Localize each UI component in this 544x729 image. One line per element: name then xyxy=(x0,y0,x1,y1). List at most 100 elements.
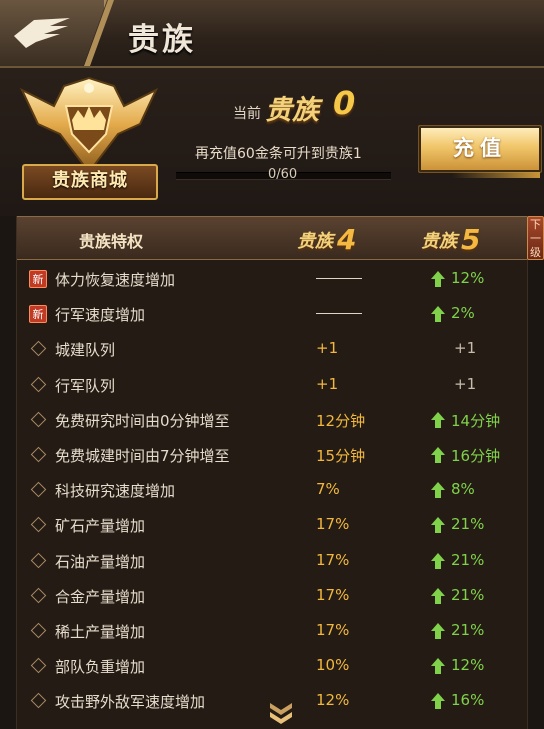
diamond-bullet-icon xyxy=(29,552,47,570)
page-title: 贵族 xyxy=(128,22,196,58)
level-a-value-none xyxy=(316,278,362,279)
level-b-value: 16分钟 xyxy=(451,447,501,465)
diamond-shape xyxy=(30,481,47,498)
header-level-a: 贵族 4 xyxy=(297,221,357,256)
privilege-name: 行军队列 xyxy=(55,376,116,395)
diamond-shape xyxy=(30,341,47,357)
privilege-name: 部队负重增加 xyxy=(55,658,146,677)
diamond-shape xyxy=(30,693,47,709)
privilege-name: 免费研究时间由0分钟增至 xyxy=(55,411,230,430)
level-a-value: 17% xyxy=(316,621,350,639)
recharge-button[interactable]: 充值 xyxy=(418,125,542,173)
up-arrow-icon xyxy=(431,447,445,463)
diamond-shape xyxy=(30,552,47,568)
table-row: 新行军速度增加 2% xyxy=(17,296,527,331)
up-arrow-icon xyxy=(431,552,445,569)
up-arrow-icon xyxy=(431,658,445,675)
diamond-bullet-icon xyxy=(29,446,47,464)
level-a-value: 15分钟 xyxy=(316,447,366,465)
level-a-value: 17% xyxy=(316,585,350,604)
diamond-shape xyxy=(30,376,47,392)
privilege-name: 攻击野外敌军速度增加 xyxy=(55,693,206,712)
header-privilege: 贵族特权 xyxy=(79,232,144,251)
header-level-b-num: 5 xyxy=(461,223,481,256)
up-arrow-icon xyxy=(431,411,445,428)
diamond-shape xyxy=(30,587,47,604)
scroll-down-chevron-icon[interactable] xyxy=(267,700,295,726)
header-level-b-label: 贵族 xyxy=(421,231,457,252)
privilege-table: 贵族特权 贵族 4 贵族 5 新体力恢复速度增加 12% 新行军速度增加 2% 城建队列 +1… xyxy=(16,216,528,729)
diamond-shape xyxy=(30,411,47,428)
level-a-value: 17% xyxy=(316,550,350,569)
crown-emblem-icon xyxy=(19,76,159,174)
table-row: 新体力恢复速度增加 12% xyxy=(17,261,527,296)
table-row: 合金产量增加 17% 21% xyxy=(17,578,527,613)
table-row: 科技研究速度增加 7% 8% xyxy=(17,472,527,507)
current-level-label: 贵族 xyxy=(265,95,319,126)
up-arrow-icon xyxy=(431,517,445,534)
upgrade-hint: 再充值60金条可升到贵族1 xyxy=(195,146,362,162)
level-b-value: 21% xyxy=(451,585,485,604)
top-bar: 贵族 xyxy=(0,0,544,68)
diamond-bullet-icon xyxy=(29,516,47,534)
level-b-value: 16% xyxy=(451,691,485,710)
privilege-name: 矿石产量增加 xyxy=(55,517,146,536)
header-level-a-label: 贵族 xyxy=(297,231,333,252)
privilege-name: 合金产量增加 xyxy=(55,587,146,606)
level-b-value: +1 xyxy=(454,374,477,393)
table-row: 矿石产量增加 17% 21% xyxy=(17,507,527,542)
diamond-bullet-icon xyxy=(29,587,47,605)
table-header: 贵族特权 贵族 4 贵族 5 xyxy=(17,216,527,260)
up-arrow-icon xyxy=(431,623,445,639)
new-badge-text: 新 xyxy=(29,270,47,288)
diamond-bullet-icon xyxy=(29,622,47,640)
diamond-bullet-icon xyxy=(29,340,47,358)
diamond-shape xyxy=(30,446,47,463)
header-level-b: 贵族 5 xyxy=(421,221,481,256)
level-a-value: 12分钟 xyxy=(316,411,366,430)
up-arrow-icon xyxy=(431,482,445,499)
next-level-tab[interactable]: 下一级 xyxy=(527,216,544,260)
up-arrow-icon xyxy=(431,306,445,323)
privilege-name: 稀土产量增加 xyxy=(55,623,146,641)
level-a-value-none xyxy=(316,313,362,315)
diamond-shape xyxy=(30,517,47,533)
level-a-value: 10% xyxy=(316,656,350,675)
level-b-value: 21% xyxy=(451,621,485,639)
up-arrow-icon xyxy=(431,693,445,710)
level-b-value: 14分钟 xyxy=(451,411,501,430)
diamond-shape xyxy=(30,657,47,674)
up-arrow-icon xyxy=(431,271,445,287)
diamond-bullet-icon xyxy=(29,692,47,710)
table-row: 城建队列 +1 +1 xyxy=(17,331,527,366)
diamond-bullet-icon xyxy=(29,376,47,394)
level-b-value: 12% xyxy=(451,269,485,287)
diamond-bullet-icon xyxy=(29,411,47,429)
table-row: 行军队列 +1 +1 xyxy=(17,367,527,402)
privilege-name: 行军速度增加 xyxy=(55,306,146,325)
level-b-value: +1 xyxy=(454,339,477,358)
noble-shop-label[interactable]: 贵族商城 xyxy=(22,164,158,200)
recharge-progress-text: 0/60 xyxy=(268,167,298,182)
level-b-value: 2% xyxy=(451,304,475,323)
button-decoration xyxy=(452,172,540,178)
table-row: 稀土产量增加 17% 21% xyxy=(17,613,527,648)
diamond-bullet-icon xyxy=(29,657,47,675)
table-row: 免费研究时间由0分钟增至 12分钟 14分钟 xyxy=(17,402,527,437)
level-a-value: 7% xyxy=(316,480,340,499)
up-arrow-icon xyxy=(431,587,445,604)
new-badge-icon: 新 xyxy=(29,270,47,288)
level-b-value: 8% xyxy=(451,480,475,499)
table-row: 石油产量增加 17% 21% xyxy=(17,543,527,578)
current-level-value: 0 xyxy=(333,84,356,122)
level-a-value: +1 xyxy=(316,374,339,393)
privilege-name: 体力恢复速度增加 xyxy=(55,271,176,289)
level-b-value: 12% xyxy=(451,656,485,675)
level-a-value: +1 xyxy=(316,339,339,358)
level-a-value: 17% xyxy=(316,515,350,534)
new-badge-icon: 新 xyxy=(29,305,47,324)
table-row: 免费城建时间由7分钟增至 15分钟 16分钟 xyxy=(17,437,527,472)
current-level-prefix: 当前 xyxy=(233,106,261,122)
header-level-a-num: 4 xyxy=(337,223,357,256)
eagle-back-icon xyxy=(14,18,70,48)
